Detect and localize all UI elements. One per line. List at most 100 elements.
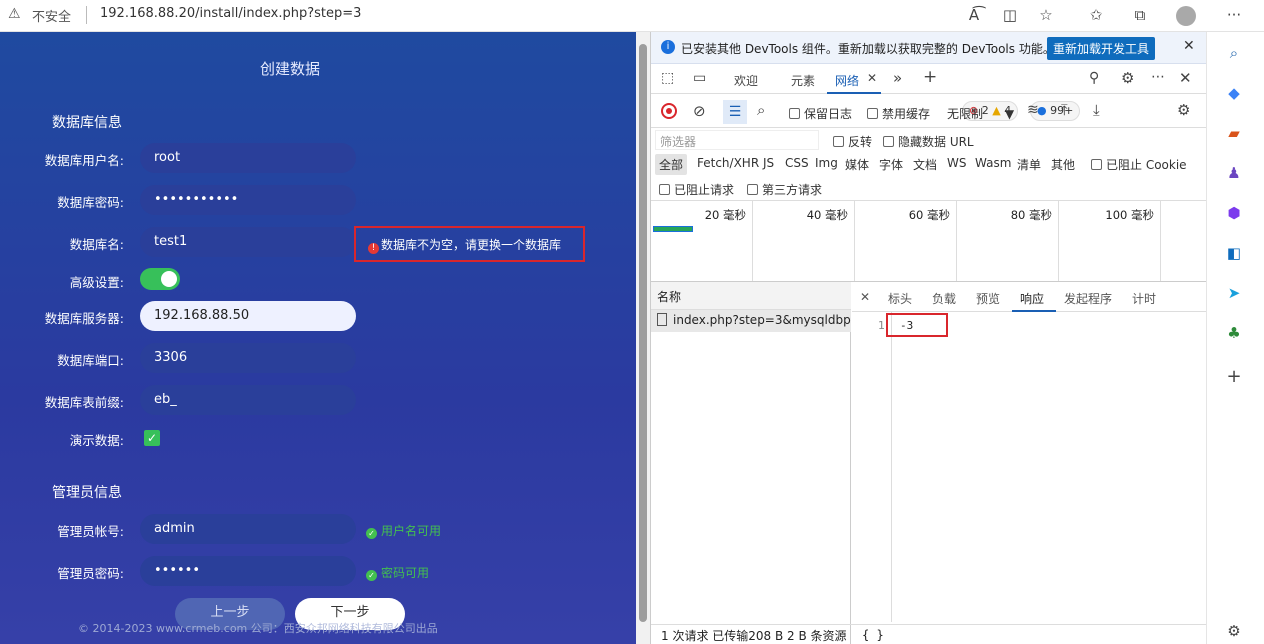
db-prefix-input[interactable]: eb_ (140, 385, 356, 415)
search-icon[interactable]: ⌕ (757, 101, 765, 119)
admin-password-input[interactable]: •••••• (140, 556, 356, 586)
tab-preview[interactable]: 预览 (976, 290, 1000, 307)
read-aloud-icon[interactable]: A͡ (962, 4, 986, 26)
inspect-icon[interactable]: ⬚ (661, 70, 674, 86)
send-icon[interactable]: ➤ (1223, 282, 1245, 304)
more-icon[interactable]: ⋯ (1151, 69, 1165, 85)
checkbox[interactable] (659, 184, 670, 195)
tab-initiator[interactable]: 发起程序 (1064, 290, 1112, 307)
tab-headers[interactable]: 标头 (888, 290, 912, 307)
device-toolbar-icon[interactable]: ▭ (693, 70, 706, 86)
filter-media[interactable]: 媒体 (845, 156, 869, 173)
profile-avatar[interactable] (1174, 4, 1198, 26)
filter-font[interactable]: 字体 (879, 156, 903, 173)
search-icon[interactable]: ⌕ (1223, 42, 1245, 64)
close-icon[interactable]: ✕ (1183, 38, 1195, 54)
preserve-log-checkbox[interactable]: 保留日志 (789, 105, 852, 122)
disable-cache-checkbox[interactable]: 禁用缓存 (867, 105, 930, 122)
close-tab-icon[interactable]: ✕ (867, 71, 877, 85)
import-icon[interactable]: ⤒ (1061, 101, 1068, 119)
filter-img[interactable]: Img (815, 156, 838, 170)
toolbox-icon[interactable]: ▰ (1223, 122, 1245, 144)
collections-icon[interactable]: ⧉ (1128, 4, 1152, 26)
preserve-log-label: 保留日志 (804, 107, 853, 121)
checkbox[interactable] (883, 136, 894, 147)
filter-all[interactable]: 全部 (655, 154, 688, 175)
outlook-icon[interactable]: ◧ (1223, 242, 1245, 264)
filter-manifest[interactable]: 清单 (1017, 156, 1041, 173)
filter-ws[interactable]: WS (947, 156, 966, 170)
browser-sidebar: ⌕ ◆ ▰ ♟ ⬢ ◧ ➤ ♣ + ⚙ (1206, 32, 1264, 644)
tag-icon[interactable]: ◆ (1223, 82, 1245, 104)
tab-elements[interactable]: 元素 (791, 72, 815, 89)
filter-wasm[interactable]: Wasm (975, 156, 1011, 170)
request-row[interactable]: index.php?step=3&mysqldbp... (651, 310, 851, 332)
filter-js[interactable]: JS (763, 156, 774, 170)
advanced-settings-toggle[interactable] (140, 268, 180, 290)
timeline-request-bar (653, 226, 693, 232)
add-tab-icon[interactable]: + (923, 67, 937, 87)
install-page: 创建数据 数据库信息 数据库用户名: root 数据库密码: •••••••••… (0, 32, 636, 644)
more-tabs-icon[interactable]: » (893, 69, 902, 87)
tab-payload[interactable]: 负载 (932, 290, 956, 307)
blocked-cookies-checkbox[interactable]: 已阻止 Cookie (1091, 156, 1187, 173)
tab-welcome[interactable]: 欢迎 (734, 72, 758, 89)
page-scrollbar[interactable] (636, 32, 650, 644)
admin-account-input[interactable]: admin (140, 514, 356, 544)
blocked-requests-label: 已阻止请求 (674, 183, 735, 197)
close-devtools-icon[interactable]: ✕ (1179, 69, 1192, 87)
db-server-input[interactable]: 192.168.88.50 (140, 301, 356, 331)
close-detail-icon[interactable]: ✕ (860, 290, 870, 304)
filter-input[interactable]: 筛选器 (655, 130, 819, 150)
db-name-input[interactable]: test1 (140, 227, 356, 257)
filter-css[interactable]: CSS (785, 156, 809, 170)
network-conditions-icon[interactable]: ≋ (1027, 102, 1039, 118)
tree-icon[interactable]: ♣ (1223, 322, 1245, 344)
connect-icon[interactable]: ⚲ (1089, 70, 1099, 86)
password-status-text: 密码可用 (381, 566, 430, 580)
split-screen-icon[interactable]: ◫ (998, 4, 1022, 26)
checkbox[interactable] (789, 108, 800, 119)
pretty-print-button[interactable]: { } (862, 628, 884, 642)
active-detail-tab-indicator (1012, 310, 1056, 312)
network-timeline[interactable]: 20 毫秒 40 毫秒 60 毫秒 80 毫秒 100 毫秒 (651, 200, 1207, 282)
blocked-requests-checkbox[interactable]: 已阻止请求 (659, 181, 734, 198)
clear-icon[interactable]: ⊘ (693, 102, 706, 120)
insecure-label[interactable]: 不安全 (32, 6, 71, 25)
settings-icon[interactable]: ⚙ (1223, 620, 1245, 642)
games-icon[interactable]: ♟ (1223, 162, 1245, 184)
db-password-input[interactable]: ••••••••••• (140, 185, 356, 215)
scrollbar-thumb[interactable] (639, 44, 647, 622)
office-icon[interactable]: ⬢ (1223, 202, 1245, 224)
hide-data-urls-checkbox[interactable]: 隐藏数据 URL (883, 133, 974, 150)
filter-other[interactable]: 其他 (1051, 156, 1075, 173)
url-field[interactable]: 192.168.88.20/install/index.php?step=3 (100, 6, 361, 21)
tab-timing[interactable]: 计时 (1132, 290, 1156, 307)
network-settings-icon[interactable]: ⚙ (1177, 101, 1190, 119)
favorites-icon[interactable]: ✩ (1084, 4, 1108, 26)
db-port-input[interactable]: 3306 (140, 343, 356, 373)
settings-icon[interactable]: ⚙ (1121, 69, 1134, 87)
add-icon[interactable]: + (1223, 366, 1245, 388)
checkbox[interactable] (833, 136, 844, 147)
export-icon[interactable]: ⤓ (1093, 101, 1100, 119)
third-party-checkbox[interactable]: 第三方请求 (747, 181, 822, 198)
checkbox[interactable] (1091, 159, 1102, 170)
db-user-input[interactable]: root (140, 143, 356, 173)
record-icon[interactable] (661, 103, 677, 119)
tab-response[interactable]: 响应 (1020, 290, 1044, 307)
throttle-select[interactable]: 无限制 ▼ (947, 105, 1014, 122)
demo-data-checkbox[interactable]: ✓ (144, 430, 160, 446)
invert-checkbox[interactable]: 反转 (833, 133, 872, 150)
reload-devtools-button[interactable]: 重新加载开发工具 (1047, 37, 1156, 60)
more-icon[interactable]: ··· (1222, 4, 1246, 26)
filter-icon[interactable]: ☰ (723, 100, 747, 124)
checkbox[interactable] (867, 108, 878, 119)
name-column-header[interactable]: 名称 (651, 282, 851, 310)
filter-doc[interactable]: 文档 (913, 156, 937, 173)
filter-fetch-xhr[interactable]: Fetch/XHR (697, 156, 759, 170)
db-server-label: 数据库服务器: (44, 311, 124, 326)
checkbox[interactable] (747, 184, 758, 195)
favorite-add-icon[interactable]: ☆ (1034, 4, 1058, 26)
tab-network[interactable]: 网络 (835, 72, 859, 89)
